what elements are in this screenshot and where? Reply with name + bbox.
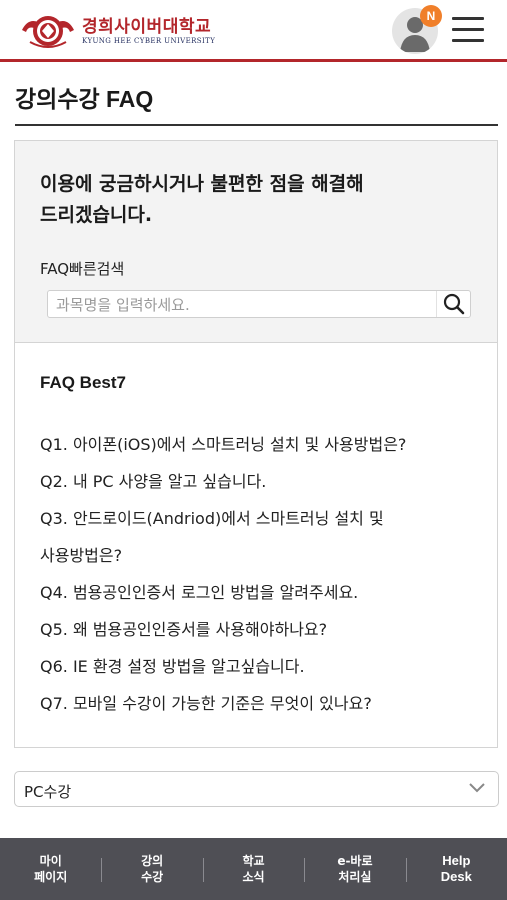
search-field (47, 290, 471, 318)
search-button[interactable] (436, 291, 470, 317)
title-divider (15, 124, 498, 126)
app-header: 경희사이버대학교 KYUNG HEE CYBER UNIVERSITY N (0, 0, 507, 62)
hamburger-menu-button[interactable] (452, 14, 486, 46)
nav-my-page[interactable]: 마이 페이지 (0, 838, 101, 900)
nav-my-page-label: 마이 페이지 (34, 854, 68, 884)
nav-help-desk[interactable]: Help Desk (405, 838, 507, 900)
faq-search-section: 이용에 궁금하시거나 불편한 점을 해결해 드리겠습니다. FAQ빠른검색 (15, 141, 497, 343)
university-logo[interactable]: 경희사이버대학교 KYUNG HEE CYBER UNIVERSITY (20, 12, 215, 50)
category-select-value: PC수강 (24, 783, 72, 801)
faq-panel: 이용에 궁금하시거나 불편한 점을 해결해 드리겠습니다. FAQ빠른검색 FA… (14, 140, 498, 748)
search-icon (443, 293, 465, 315)
logo-korean-text: 경희사이버대학교 (82, 16, 212, 37)
faq-question-item-continued[interactable]: 사용방법은? (40, 537, 480, 574)
faq-question-item[interactable]: Q4. 범용공인인증서 로그인 방법을 알려주세요. (40, 574, 480, 611)
page-title: 강의수강 FAQ (15, 86, 154, 112)
nav-lecture[interactable]: 강의 수강 (101, 838, 202, 900)
faq-intro-line-2: 드리겠습니다. (40, 204, 153, 226)
nav-lecture-label: 강의 수강 (141, 854, 164, 884)
hamburger-menu-icon (452, 17, 484, 20)
faq-question-item[interactable]: Q2. 내 PC 사양을 알고 싶습니다. (40, 463, 480, 500)
bottom-navigation: 마이 페이지 강의 수강 학교 소식 e-바로 처리실 Help Desk (0, 838, 507, 900)
quick-search-label: FAQ빠른검색 (40, 260, 125, 278)
nav-school-news-label: 학교 소식 (242, 854, 265, 884)
faq-best-title: FAQ Best7 (40, 373, 126, 392)
university-emblem-icon (22, 16, 74, 48)
faq-question-item[interactable]: Q5. 왜 범용공인인증서를 사용해야하나요? (40, 611, 480, 648)
faq-question-item[interactable]: Q1. 아이폰(iOS)에서 스마트러닝 설치 및 사용방법은? (40, 426, 480, 463)
faq-question-item[interactable]: Q7. 모바일 수강이 가능한 기준은 무엇이 있나요? (40, 685, 480, 722)
notification-badge[interactable]: N (420, 5, 442, 27)
nav-e-service-label: e-바로 처리실 (337, 854, 373, 884)
chevron-down-icon (469, 783, 485, 793)
category-select[interactable]: PC수강 (14, 771, 499, 807)
nav-e-service[interactable]: e-바로 처리실 (304, 838, 405, 900)
nav-school-news[interactable]: 학교 소식 (202, 838, 304, 900)
faq-intro-line-1: 이용에 궁금하시거나 불편한 점을 해결해 (40, 173, 364, 195)
nav-help-desk-label: Help Desk (440, 853, 472, 884)
faq-intro: 이용에 궁금하시거나 불편한 점을 해결해 드리겠습니다. (40, 169, 480, 231)
faq-question-item[interactable]: Q6. IE 환경 설정 방법을 알고싶습니다. (40, 648, 480, 685)
search-input[interactable] (56, 294, 426, 316)
faq-question-item[interactable]: Q3. 안드로이드(Andriod)에서 스마트러닝 설치 및 (40, 500, 480, 537)
logo-english-text: KYUNG HEE CYBER UNIVERSITY (82, 36, 216, 45)
